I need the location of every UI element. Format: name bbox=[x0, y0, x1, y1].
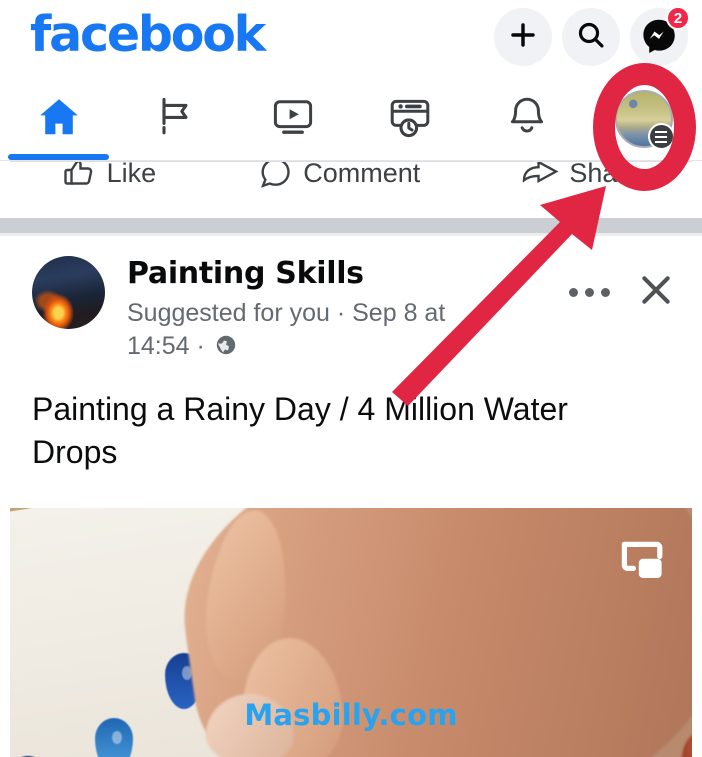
nav-tab-video[interactable] bbox=[234, 78, 351, 160]
post-header-controls bbox=[569, 256, 688, 315]
post-action-bar: Like Comment Share bbox=[10, 161, 692, 207]
search-button[interactable] bbox=[562, 8, 620, 66]
facebook-mobile-screen: Like Comment Share facebook 2 Painting S… bbox=[0, 0, 702, 757]
share-arrow-icon bbox=[521, 162, 559, 191]
nav-tab-menu[interactable] bbox=[585, 78, 702, 160]
video-icon bbox=[269, 93, 317, 146]
like-button[interactable]: Like bbox=[61, 161, 157, 196]
header-action-buttons: 2 bbox=[494, 6, 690, 66]
post-meta: Suggested for you · Sep 8 at 14:54 · bbox=[127, 297, 507, 366]
nav-active-indicator bbox=[8, 154, 109, 160]
primary-nav-tabs bbox=[0, 78, 702, 160]
post-text: Painting a Rainy Day / 4 Million Water D… bbox=[32, 391, 568, 470]
search-icon bbox=[575, 19, 607, 56]
post-author-block: Painting Skills Suggested for you · Sep … bbox=[127, 256, 569, 366]
close-icon[interactable] bbox=[636, 270, 676, 315]
thumbs-up-icon bbox=[61, 162, 97, 191]
nav-tab-notifications[interactable] bbox=[468, 78, 585, 160]
suggested-post: Painting Skills Suggested for you · Sep … bbox=[0, 236, 702, 757]
post-author-name[interactable]: Painting Skills bbox=[127, 256, 569, 292]
comment-bubble-icon bbox=[257, 162, 293, 191]
flag-icon bbox=[152, 93, 200, 146]
post-header: Painting Skills Suggested for you · Sep … bbox=[0, 236, 702, 366]
messenger-button[interactable]: 2 bbox=[630, 6, 690, 66]
nav-tab-pages[interactable] bbox=[117, 78, 234, 160]
post-meta-text: Suggested for you · Sep 8 at 14:54 · bbox=[127, 299, 446, 360]
video-watermark: Masbilly.com bbox=[244, 698, 458, 732]
feed-section-divider bbox=[0, 218, 702, 233]
brand-row: facebook 2 bbox=[0, 0, 702, 78]
picture-in-picture-icon[interactable] bbox=[616, 536, 668, 586]
share-button[interactable]: Share bbox=[521, 161, 642, 196]
comment-button-label: Comment bbox=[303, 161, 421, 188]
bell-icon bbox=[503, 93, 551, 146]
create-button[interactable] bbox=[494, 8, 552, 66]
profile-menu-avatar[interactable] bbox=[614, 90, 675, 150]
post-video[interactable]: Masbilly.com bbox=[10, 508, 692, 757]
facebook-logo[interactable]: facebook bbox=[30, 6, 266, 63]
nav-tab-home[interactable] bbox=[0, 78, 117, 160]
like-button-label: Like bbox=[106, 161, 157, 188]
marketplace-icon bbox=[386, 93, 434, 146]
top-header: facebook 2 bbox=[0, 0, 702, 160]
comment-button[interactable]: Comment bbox=[257, 161, 421, 196]
more-options-icon[interactable] bbox=[569, 288, 610, 297]
globe-icon bbox=[214, 333, 238, 366]
hamburger-menu-icon bbox=[647, 123, 675, 150]
messenger-badge: 2 bbox=[666, 6, 690, 30]
home-icon bbox=[35, 93, 83, 146]
nav-tab-marketplace[interactable] bbox=[351, 78, 468, 160]
post-author-avatar[interactable] bbox=[32, 256, 105, 329]
share-button-label: Share bbox=[569, 161, 642, 188]
plus-icon bbox=[507, 19, 539, 56]
